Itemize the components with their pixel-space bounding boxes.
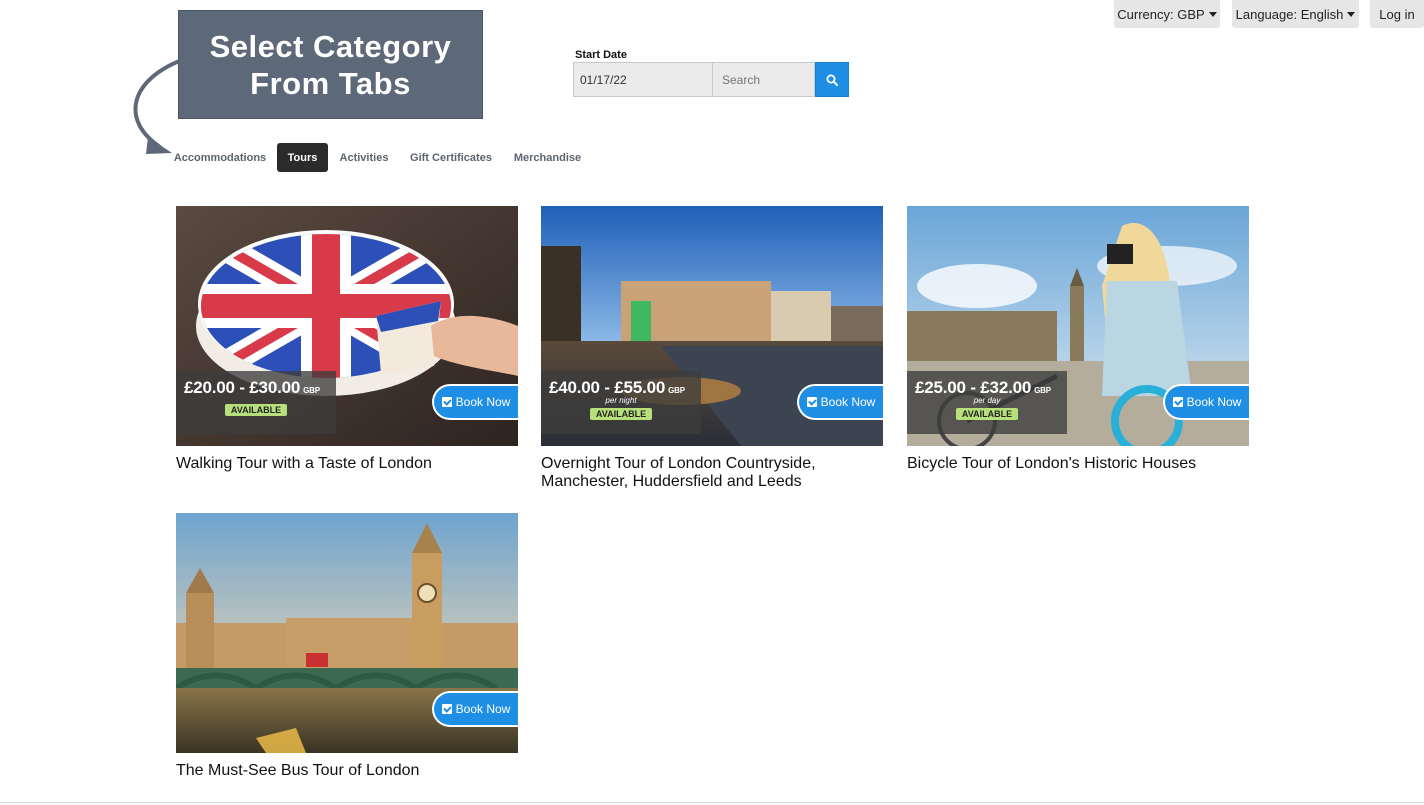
book-now-label: Book Now (455, 395, 511, 409)
tab-label: Tours (287, 151, 318, 164)
book-now-button[interactable]: Book Now (797, 384, 883, 420)
book-now-button[interactable]: Book Now (1163, 384, 1249, 420)
price-value: £20.00 - £30.00 (184, 378, 301, 397)
available-badge: AVAILABLE (225, 404, 287, 416)
search-icon (826, 74, 838, 86)
callout-line-1: Select Category (209, 28, 452, 64)
book-now-button[interactable]: Book Now (432, 691, 518, 727)
tab-label: Accommodations (173, 151, 267, 164)
checkbox-icon (1172, 397, 1183, 407)
price-box: £40.00 - £55.00 GBP per night AVAILABLE (541, 371, 701, 434)
login-label: Log in (1379, 6, 1415, 22)
currency-code: GBP (1034, 386, 1051, 395)
checkbox-icon (806, 397, 817, 407)
tab-accommodations[interactable]: Accommodations (173, 143, 267, 172)
annotation-callout: Select Category From Tabs (178, 10, 483, 119)
tour-image[interactable]: £40.00 - £55.00 GBP per night AVAILABLE B… (541, 206, 883, 446)
checkbox-icon (441, 397, 452, 407)
available-badge: AVAILABLE (956, 408, 1018, 420)
tour-card[interactable]: Book Now The Must-See Bus Tour of London (176, 513, 518, 780)
footer-divider (0, 802, 1424, 803)
chevron-down-icon (1208, 11, 1217, 17)
tour-card[interactable]: £40.00 - £55.00 GBP per night AVAILABLE B… (541, 206, 883, 491)
tour-card[interactable]: £20.00 - £30.00 GBP AVAILABLE Book Now Wa… (176, 206, 518, 473)
tab-label: Activities (339, 151, 389, 164)
tab-label: Merchandise (513, 151, 582, 164)
available-badge: AVAILABLE (590, 408, 652, 420)
price-value: £40.00 - £55.00 (549, 378, 666, 397)
start-date-input[interactable] (573, 62, 713, 97)
price-value: £25.00 - £32.00 (915, 378, 1032, 397)
tour-image[interactable]: Book Now (176, 513, 518, 753)
tab-activities[interactable]: Activities (338, 143, 390, 172)
tour-title[interactable]: Overnight Tour of London Countryside, Ma… (541, 455, 883, 491)
tour-card[interactable]: £25.00 - £32.00 GBP per day AVAILABLE Boo… (907, 206, 1249, 473)
tour-image[interactable]: £20.00 - £30.00 GBP AVAILABLE Book Now (176, 206, 518, 446)
price-box: £20.00 - £30.00 GBP AVAILABLE (176, 371, 336, 434)
currency-dropdown[interactable]: Currency: GBP (1114, 0, 1220, 28)
language-dropdown[interactable]: Language: English (1232, 0, 1359, 28)
tour-image[interactable]: £25.00 - £32.00 GBP per day AVAILABLE Boo… (907, 206, 1249, 446)
currency-label: Currency: GBP (1117, 6, 1205, 22)
price-range: £20.00 - £30.00 GBP (184, 378, 328, 398)
chevron-down-icon (1347, 11, 1356, 17)
price-box: £25.00 - £32.00 GBP per day AVAILABLE (907, 371, 1067, 434)
tour-title[interactable]: Walking Tour with a Taste of London (176, 455, 518, 473)
book-now-label: Book Now (1186, 395, 1242, 409)
currency-code: GBP (303, 386, 320, 395)
price-range: £40.00 - £55.00 GBP (549, 378, 693, 398)
tab-label: Gift Certificates (410, 151, 492, 164)
start-date-label: Start Date (575, 49, 627, 61)
checkbox-icon (441, 704, 452, 714)
tour-title[interactable]: The Must-See Bus Tour of London (176, 762, 518, 780)
book-now-label: Book Now (820, 395, 876, 409)
book-now-button[interactable]: Book Now (432, 384, 518, 420)
login-button[interactable]: Log in (1370, 0, 1424, 28)
tab-gift-certificates[interactable]: Gift Certificates (408, 143, 494, 172)
price-range: £25.00 - £32.00 GBP (915, 378, 1059, 398)
tour-title[interactable]: Bicycle Tour of London's Historic Houses (907, 455, 1249, 473)
search-button[interactable] (815, 62, 849, 97)
callout-line-2: From Tabs (250, 65, 411, 101)
tab-tours[interactable]: Tours (277, 143, 328, 172)
tab-merchandise[interactable]: Merchandise (512, 143, 583, 172)
language-label: Language: English (1235, 6, 1344, 22)
book-now-label: Book Now (455, 702, 511, 716)
search-input[interactable] (712, 62, 815, 97)
currency-code: GBP (668, 386, 685, 395)
